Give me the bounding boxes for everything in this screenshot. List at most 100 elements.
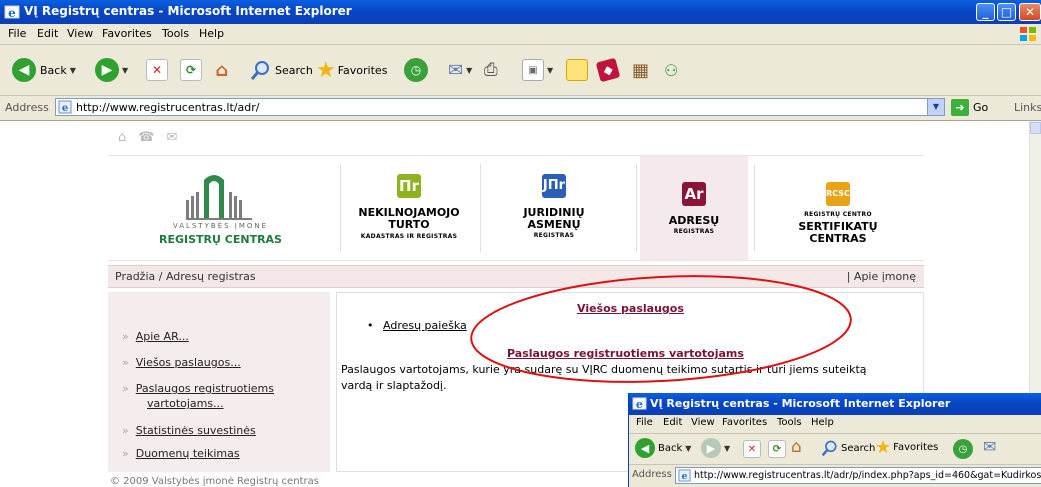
back-dropdown-icon[interactable]: ▼ (685, 444, 691, 453)
menu-tools[interactable]: Tools (777, 417, 802, 428)
menu-help[interactable]: Help (811, 417, 834, 428)
sidebar-item-duomenu-teikimas[interactable]: » Duomenų teikimas (122, 447, 240, 460)
menu-favorites[interactable]: Favorites (722, 417, 767, 428)
forward-dropdown-icon[interactable]: ▼ (122, 66, 128, 75)
favorites-star-icon: ★ (875, 437, 892, 458)
history-button[interactable]: ◷ (404, 54, 428, 86)
nt-title2: TURTO (388, 218, 430, 231)
address-search-link[interactable]: Adresų paieška (383, 319, 467, 332)
home-icon[interactable]: ⌂ (791, 437, 802, 457)
footer-copyright: © 2009 Valstybės įmonė Registrų centras (110, 476, 319, 487)
menu-edit[interactable]: Edit (663, 417, 682, 428)
ie-window-icon[interactable]: e (4, 4, 20, 20)
back-arrow-icon: ◀ (635, 438, 655, 458)
forward-dropdown-icon[interactable]: ▼ (724, 444, 730, 453)
toolbar: ◀ Back ▼ ▶ ▼ ✕ ⟳ ⌂ Search ★ Favorites ◷ … (0, 45, 1041, 96)
logo-separator (340, 164, 341, 252)
menu-help[interactable]: Help (199, 27, 224, 40)
address-bar: Address e http://www.registrucentras.lt/… (0, 96, 1041, 121)
bullet-icon: » (122, 424, 129, 437)
back-label: Back (40, 63, 67, 77)
sidebar-item-paslaugos-registruotiems[interactable]: » Paslaugos registruotiems (122, 382, 274, 395)
research-button[interactable]: ◆ (595, 54, 621, 86)
back-dropdown-icon[interactable]: ▼ (70, 66, 76, 75)
address-input[interactable]: e http://www.registrucentras.lt/adr/p/in… (675, 467, 1041, 484)
forward-arrow-icon: ▶ (701, 438, 721, 458)
go-button[interactable]: Go (973, 101, 988, 114)
edit-dropdown-icon[interactable]: ▼ (547, 66, 553, 75)
search-button[interactable]: Search (821, 439, 875, 457)
forward-button[interactable]: ▶ ▼ (701, 438, 730, 458)
links-button[interactable]: Links (1014, 101, 1041, 114)
menu-file[interactable]: File (636, 417, 653, 428)
scroll-up-button[interactable] (1030, 122, 1041, 134)
address-label: Address (5, 101, 49, 114)
address-label: Address (632, 469, 672, 480)
mail-button[interactable]: ✉ ▼ (448, 54, 472, 86)
forward-button[interactable]: ▶ ▼ (95, 54, 128, 86)
register-nekilnojamojo-turto[interactable]: Πr NEKILNOJAMOJO TURTO KADASTRAS IR REGI… (344, 156, 474, 260)
menu-view[interactable]: View (691, 417, 715, 428)
minimize-button[interactable]: _ (976, 3, 995, 21)
page-icon: e (678, 469, 691, 482)
edit-button[interactable]: ▣ ▼ (522, 54, 553, 86)
menu-file[interactable]: File (8, 27, 26, 40)
research-book-icon: ◆ (595, 57, 621, 83)
search-icon (250, 61, 269, 80)
search-button[interactable]: Search (250, 54, 313, 86)
second-window-title: VĮ Registrų centras - Microsoft Internet… (650, 397, 951, 410)
menu-view[interactable]: View (67, 27, 93, 40)
about-company-link[interactable]: | Apie įmonę (847, 270, 916, 283)
maximize-button[interactable]: □ (997, 3, 1016, 21)
back-arrow-icon: ◀ (12, 58, 36, 82)
menu-tools[interactable]: Tools (162, 27, 189, 40)
address-url: http://www.registrucentras.lt/adr/p/inde… (694, 470, 1041, 481)
go-arrow-icon[interactable]: ➜ (951, 99, 969, 116)
logo-separator (480, 164, 481, 252)
home-link-icon[interactable]: ⌂ (118, 130, 126, 145)
ie-window-icon[interactable]: e (632, 396, 647, 411)
adr-title1: ADRESŲ (668, 214, 720, 227)
mail-icon[interactable]: ✉ (983, 437, 996, 456)
adr-register-icon: Ar (682, 182, 706, 206)
back-button[interactable]: ◀ Back ▼ (12, 54, 76, 86)
phone-icon[interactable]: ☎ (138, 130, 154, 145)
discuss-button[interactable] (566, 54, 588, 86)
stop-button[interactable]: ✕ (146, 54, 168, 86)
home-button[interactable]: ⌂ (212, 54, 232, 86)
messenger-button[interactable]: ⚇ (664, 54, 678, 86)
media-button[interactable]: ▦ (632, 54, 649, 86)
register-juridiniu-asmenu[interactable]: JΠr JURIDINIŲ ASMENŲ REGISTRAS (484, 156, 624, 260)
register-sertifikatu-centras[interactable]: RCSC REGISTRŲ CENTRO SERTIFIKATŲ CENTRAS (758, 156, 918, 260)
favorites-label: Favorites (337, 63, 388, 77)
sidebar-item-viesos-paslaugos[interactable]: » Viešos paslaugos... (122, 356, 241, 369)
refresh-icon[interactable]: ⟳ (768, 440, 786, 458)
favorites-button[interactable]: ★ Favorites (875, 437, 938, 458)
back-button[interactable]: ◀ Back ▼ (635, 438, 691, 458)
refresh-button[interactable]: ⟳ (180, 54, 202, 86)
address-search-item: • Adresų paieška (367, 319, 467, 332)
close-button[interactable]: ✕ (1019, 3, 1041, 21)
sidebar-item-paslaugos-registruotiems-cont[interactable]: vartotojams... (147, 397, 224, 410)
menu-edit[interactable]: Edit (37, 27, 58, 40)
sidebar-item-apie-ar[interactable]: » Apie AR... (122, 330, 189, 343)
print-button[interactable]: ⎙ (484, 54, 498, 86)
refresh-icon: ⟳ (180, 59, 202, 81)
mail-link-icon[interactable]: ✉ (166, 130, 177, 145)
register-adresu[interactable]: Ar ADRESŲ REGISTRAS (640, 156, 748, 260)
breadcrumb[interactable]: Pradžia / Adresų registras (115, 270, 256, 283)
mail-dropdown-icon[interactable]: ▼ (466, 66, 472, 75)
menu-favorites[interactable]: Favorites (102, 27, 152, 40)
register-logos: VALSTYBĖS ĮMONĖ REGISTRŲ CENTRAS Πr NEKI… (108, 155, 924, 261)
favorites-button[interactable]: ★ Favorites (316, 54, 387, 86)
sidebar-item-statistines-suvestines[interactable]: » Statistinės suvestinės (122, 424, 256, 437)
registru-centras-logo[interactable]: VALSTYBĖS ĮMONĖ REGISTRŲ CENTRAS (108, 156, 333, 260)
history-icon: ◷ (404, 58, 428, 82)
top-utility-icons: ⌂ ☎ ✉ (118, 130, 177, 145)
sidebar-item-label: Apie AR... (135, 330, 189, 343)
stop-icon[interactable]: ✕ (743, 440, 761, 458)
address-dropdown-icon[interactable]: ▼ (927, 99, 944, 115)
sc-title2: CENTRAS (809, 232, 867, 245)
address-input[interactable]: e http://www.registrucentras.lt/adr/ ▼ (55, 98, 945, 116)
history-icon[interactable]: ◷ (953, 439, 973, 459)
